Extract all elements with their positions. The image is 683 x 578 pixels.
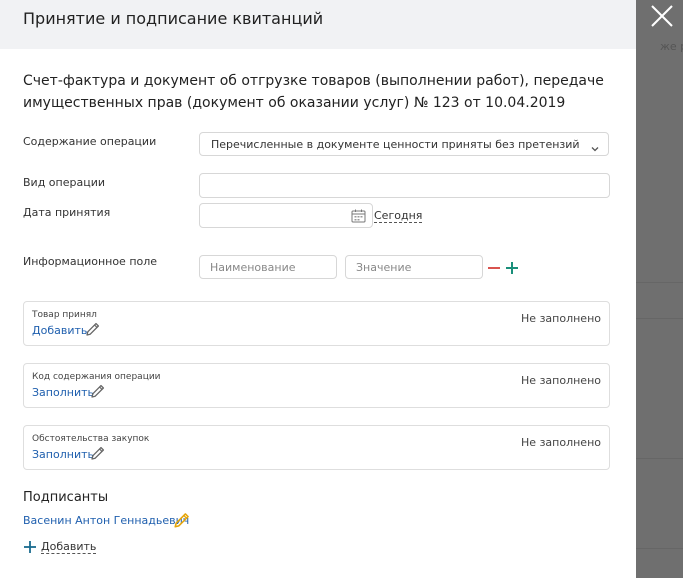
- card-fill-link[interactable]: Заполнить: [32, 386, 94, 399]
- minus-icon[interactable]: [487, 260, 501, 279]
- pencil-icon[interactable]: [173, 511, 191, 533]
- card-add-link[interactable]: Добавить: [32, 324, 87, 337]
- backdrop-divider: [636, 548, 683, 549]
- acceptance-date-label: Дата принятия: [23, 206, 111, 219]
- document-title: Счет-фактура и документ об отгрузке това…: [23, 73, 604, 111]
- close-icon[interactable]: [648, 2, 676, 30]
- signers-title: Подписанты: [23, 490, 109, 505]
- add-signer-link[interactable]: Добавить: [41, 540, 97, 554]
- operation-content-select[interactable]: Перечисленные в документе ценности приня…: [199, 132, 609, 156]
- card-label: Код содержания операции: [32, 372, 161, 382]
- modal-panel: Принятие и подписание квитанций Счет-фак…: [0, 0, 636, 578]
- backdrop-text: же раз: [660, 40, 683, 53]
- modal-title: Принятие и подписание квитанций: [23, 9, 324, 28]
- backdrop-divider: [636, 282, 683, 283]
- operation-type-label: Вид операции: [23, 176, 105, 189]
- backdrop-divider: [636, 318, 683, 319]
- card-status: Не заполнено: [521, 374, 601, 387]
- page-backdrop: [636, 0, 683, 578]
- card-status: Не заполнено: [521, 436, 601, 449]
- card-fill-link[interactable]: Заполнить: [32, 448, 94, 461]
- plus-icon[interactable]: [505, 260, 519, 279]
- signer-name[interactable]: Васенин Антон Геннадьевич: [23, 514, 189, 527]
- pencil-icon[interactable]: [90, 383, 106, 403]
- operation-content-value: Перечисленные в документе ценности приня…: [211, 138, 580, 151]
- card-purchase-circumstances: Обстоятельства закупок Заполнить Не запо…: [23, 425, 610, 470]
- card-label: Обстоятельства закупок: [32, 434, 150, 444]
- card-operation-code: Код содержания операции Заполнить Не зап…: [23, 363, 610, 408]
- card-label: Товар принял: [32, 310, 97, 320]
- pencil-icon[interactable]: [85, 321, 101, 341]
- acceptance-date-field[interactable]: [199, 203, 373, 228]
- plus-icon[interactable]: [23, 539, 37, 558]
- calendar-icon[interactable]: [351, 208, 366, 227]
- info-value-input[interactable]: [345, 255, 483, 279]
- card-status: Не заполнено: [521, 312, 601, 325]
- backdrop-divider: [636, 458, 683, 459]
- operation-content-label: Содержание операции: [23, 135, 157, 148]
- card-goods-accepted: Товар принял Добавить Не заполнено: [23, 301, 610, 346]
- today-link[interactable]: Сегодня: [374, 209, 423, 223]
- operation-type-field[interactable]: [199, 173, 610, 198]
- modal-header: Принятие и подписание квитанций: [0, 0, 636, 49]
- pencil-icon[interactable]: [90, 445, 106, 465]
- info-name-input[interactable]: [199, 255, 337, 279]
- chevron-down-icon: [590, 139, 600, 158]
- info-field-label: Информационное поле: [23, 255, 158, 268]
